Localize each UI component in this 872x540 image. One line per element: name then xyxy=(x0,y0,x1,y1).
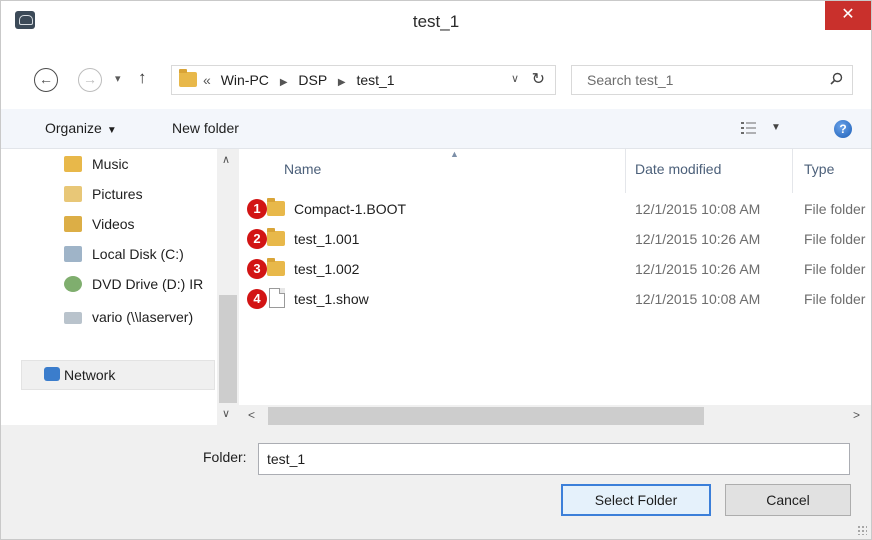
file-date: 12/1/2015 10:08 AM xyxy=(635,291,761,307)
breadcrumb-item-dsp[interactable]: DSP xyxy=(298,72,327,88)
nav-item-label: Local Disk (C:) xyxy=(92,246,184,262)
close-button[interactable]: ✕ xyxy=(825,1,871,30)
forward-button[interactable]: → xyxy=(78,68,102,92)
nav-item-label: Pictures xyxy=(92,186,143,202)
resize-grip-icon[interactable] xyxy=(857,525,867,535)
nav-item-label: vario (\\laserver) xyxy=(92,309,194,325)
sort-ascending-icon: ▲ xyxy=(450,149,459,159)
column-divider[interactable] xyxy=(792,149,793,193)
videos-folder-icon xyxy=(64,216,82,232)
scroll-thumb[interactable] xyxy=(219,295,237,403)
help-icon[interactable]: ? xyxy=(834,120,852,138)
dialog-footer: Folder: Select Folder Cancel xyxy=(1,427,871,539)
chevron-down-icon: ▼ xyxy=(106,125,117,136)
file-name: test_1.001 xyxy=(294,231,360,247)
pictures-folder-icon xyxy=(64,186,82,202)
scroll-left-icon[interactable]: < xyxy=(248,408,255,422)
file-name: test_1.show xyxy=(294,291,369,307)
dvd-drive-icon xyxy=(64,276,82,292)
file-date: 12/1/2015 10:08 AM xyxy=(635,201,761,217)
navigation-pane: Music Pictures Videos Local Disk (C:) DV… xyxy=(1,149,239,425)
network-drive-icon xyxy=(64,312,82,324)
folder-icon xyxy=(267,228,285,246)
nav-item-network[interactable]: Network xyxy=(21,360,215,390)
recent-locations-button[interactable]: ▾ xyxy=(115,72,121,85)
file-row[interactable]: 2 test_1.001 12/1/2015 10:26 AM File fol… xyxy=(239,225,871,255)
file-date: 12/1/2015 10:26 AM xyxy=(635,231,761,247)
number-badge: 1 xyxy=(247,199,267,219)
up-button[interactable]: ↑ xyxy=(138,68,147,88)
music-folder-icon xyxy=(64,156,82,172)
select-folder-button[interactable]: Select Folder xyxy=(561,484,711,516)
file-name: test_1.002 xyxy=(294,261,360,277)
select-folder-dialog: test_1 ✕ ← → ▾ ↑ « Win-PC ▶ DSP ▶ test_1… xyxy=(0,0,872,540)
view-options-icon[interactable] xyxy=(741,121,757,135)
network-icon xyxy=(44,367,60,381)
search-input[interactable]: Search test_1 xyxy=(571,65,853,95)
scroll-down-icon[interactable]: ∨ xyxy=(222,407,230,420)
file-type: File folder xyxy=(804,231,866,247)
scroll-up-icon[interactable]: ∧ xyxy=(222,153,230,166)
view-dropdown-icon[interactable]: ▼ xyxy=(771,122,781,133)
file-list-scrollbar[interactable]: < > xyxy=(239,405,871,427)
column-divider[interactable] xyxy=(625,149,626,193)
title-bar: test_1 ✕ xyxy=(1,1,871,41)
file-icon xyxy=(269,288,285,308)
organize-label: Organize xyxy=(45,120,102,136)
file-date: 12/1/2015 10:26 AM xyxy=(635,261,761,277)
number-badge: 3 xyxy=(247,259,267,279)
address-bar[interactable]: « Win-PC ▶ DSP ▶ test_1 ∨ ↻ xyxy=(171,65,556,95)
number-badge: 4 xyxy=(247,289,267,309)
scroll-thumb[interactable] xyxy=(268,407,704,425)
address-row: ← → ▾ ↑ « Win-PC ▶ DSP ▶ test_1 ∨ ↻ Sear… xyxy=(1,41,871,109)
breadcrumb-item-test-1[interactable]: test_1 xyxy=(356,72,394,88)
command-bar: Organize ▼ New folder ▼ ? xyxy=(1,109,871,149)
breadcrumb-separator-icon[interactable]: ▶ xyxy=(338,77,346,88)
column-header-type[interactable]: Type xyxy=(804,161,834,177)
breadcrumb-overflow[interactable]: « xyxy=(203,72,211,88)
folder-icon xyxy=(267,258,285,276)
window-title: test_1 xyxy=(412,12,460,31)
nav-scrollbar[interactable]: ∧ ∨ xyxy=(217,149,239,425)
number-badge: 2 xyxy=(247,229,267,249)
file-row[interactable]: 3 test_1.002 12/1/2015 10:26 AM File fol… xyxy=(239,255,871,285)
address-dropdown-icon[interactable]: ∨ xyxy=(511,72,519,85)
folder-label: Folder: xyxy=(203,449,247,465)
scroll-right-icon[interactable]: > xyxy=(853,408,860,422)
file-list: ▲ Name Date modified Type 1 Compact-1.BO… xyxy=(239,149,871,425)
organize-menu[interactable]: Organize ▼ xyxy=(45,120,117,136)
back-button[interactable]: ← xyxy=(34,68,58,92)
file-name: Compact-1.BOOT xyxy=(294,201,407,217)
nav-item-label: Videos xyxy=(92,216,135,232)
file-type: File folder xyxy=(804,291,866,307)
nav-item-label: DVD Drive (D:) IR xyxy=(92,276,204,292)
search-icon[interactable] xyxy=(830,72,843,85)
cancel-button[interactable]: Cancel xyxy=(725,484,851,516)
breadcrumb-item-win-pc[interactable]: Win-PC xyxy=(221,72,269,88)
folder-icon xyxy=(179,69,197,87)
file-type: File folder xyxy=(804,201,866,217)
nav-item-label: Network xyxy=(64,367,116,383)
refresh-icon[interactable]: ↻ xyxy=(532,69,545,89)
nav-item-label: Music xyxy=(92,156,129,172)
folder-icon xyxy=(267,198,285,216)
search-placeholder: Search test_1 xyxy=(587,72,674,88)
breadcrumb: « Win-PC ▶ DSP ▶ test_1 xyxy=(203,72,395,88)
file-row[interactable]: 1 Compact-1.BOOT 12/1/2015 10:08 AM File… xyxy=(239,195,871,225)
file-row[interactable]: 4 test_1.show 12/1/2015 10:08 AM File fo… xyxy=(239,285,871,315)
folder-field[interactable] xyxy=(258,443,850,475)
new-folder-button[interactable]: New folder xyxy=(172,120,239,136)
breadcrumb-separator-icon[interactable]: ▶ xyxy=(280,77,288,88)
column-header-name[interactable]: Name xyxy=(284,161,321,177)
column-header-date-modified[interactable]: Date modified xyxy=(635,161,721,177)
local-disk-icon xyxy=(64,246,82,262)
file-type: File folder xyxy=(804,261,866,277)
